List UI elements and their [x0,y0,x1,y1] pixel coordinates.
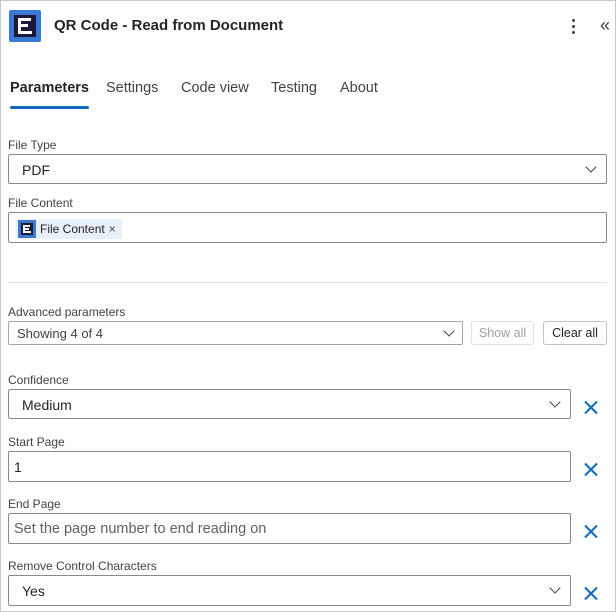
remove-end-page-icon[interactable] [581,521,601,541]
chevron-down-icon [585,161,597,173]
remove-control-characters-icon[interactable] [581,583,601,603]
show-all-button[interactable]: Show all [471,321,534,345]
app-logo-icon [9,10,41,42]
tab-parameters[interactable]: Parameters [10,80,89,109]
advanced-parameters-dropdown[interactable]: Showing 4 of 4 [8,321,463,345]
confidence-label: Confidence [8,373,69,387]
start-page-label: Start Page [8,435,65,449]
tab-about[interactable]: About [340,80,378,102]
start-page-value: 1 [14,459,22,475]
file-type-value: PDF [22,162,50,178]
file-content-input[interactable]: File Content × [8,212,607,243]
remove-control-characters-value: Yes [22,583,45,599]
end-page-input[interactable]: Set the page number to end reading on [8,513,571,544]
file-content-label: File Content [8,196,73,210]
advanced-parameters-label: Advanced parameters [8,305,126,319]
advanced-parameters-value: Showing 4 of 4 [17,326,104,341]
end-page-label: End Page [8,497,61,511]
tab-testing[interactable]: Testing [271,80,317,102]
chevron-down-icon [549,396,561,408]
more-options-icon[interactable] [564,15,584,37]
tab-code-view[interactable]: Code view [181,80,249,102]
file-content-token[interactable]: File Content × [16,219,122,239]
close-icon[interactable]: × [109,222,116,236]
token-label: File Content [40,222,105,236]
app-logo-icon [18,220,36,238]
remove-control-characters-dropdown[interactable]: Yes [8,575,571,606]
start-page-input[interactable]: 1 [8,451,571,482]
remove-start-page-icon[interactable] [581,459,601,479]
tab-settings[interactable]: Settings [106,80,158,102]
chevron-down-icon [549,582,561,594]
page-title: QR Code - Read from Document [54,17,284,34]
clear-all-button[interactable]: Clear all [543,321,607,345]
collapse-panel-icon[interactable]: « [595,13,615,37]
file-type-dropdown[interactable]: PDF [8,154,607,184]
divider [8,282,607,283]
tab-bar: Parameters Settings Code view Testing Ab… [1,80,616,112]
confidence-value: Medium [22,397,72,413]
chevron-down-icon [443,325,455,337]
action-panel: QR Code - Read from Document « Parameter… [0,0,616,612]
confidence-dropdown[interactable]: Medium [8,389,571,419]
remove-confidence-icon[interactable] [581,397,601,417]
file-type-label: File Type [8,138,57,152]
remove-control-characters-label: Remove Control Characters [8,559,157,573]
end-page-placeholder: Set the page number to end reading on [14,521,267,537]
